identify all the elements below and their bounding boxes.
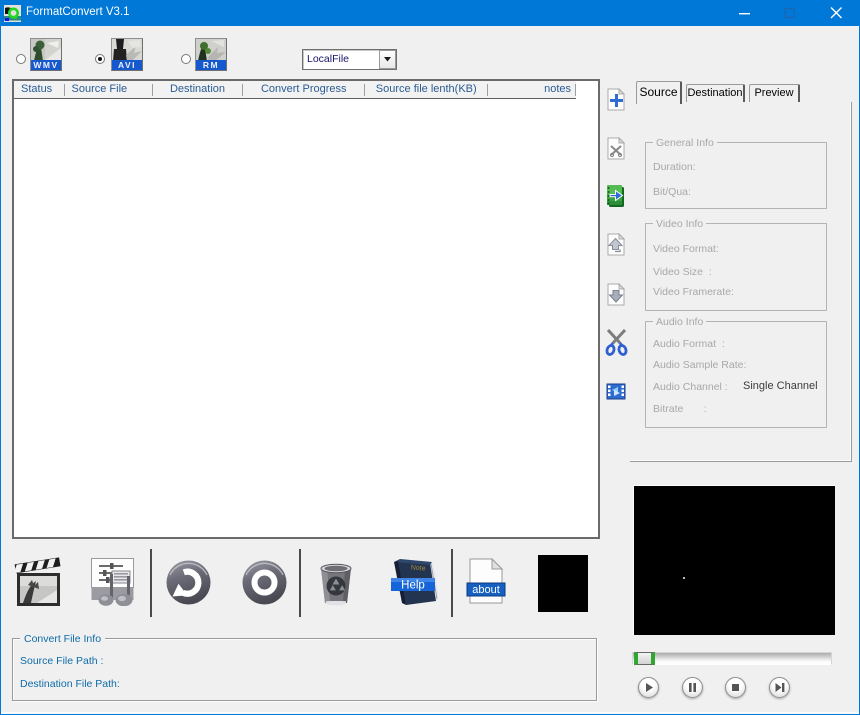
svg-text:Note: Note xyxy=(410,564,425,572)
svg-text:about: about xyxy=(472,584,500,596)
svg-text:Help: Help xyxy=(401,580,425,592)
